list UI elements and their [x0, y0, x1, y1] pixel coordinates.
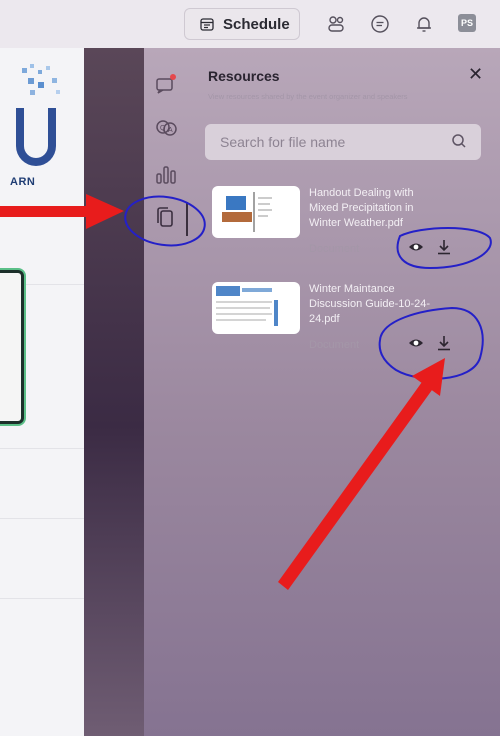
list-item[interactable]: Handout Dealing with Mixed Precipitation… — [212, 186, 482, 266]
poll-icon[interactable] — [154, 162, 178, 186]
file-type: Document — [309, 243, 360, 255]
logo-text: ARN — [10, 176, 36, 188]
divider — [0, 598, 84, 599]
main-content: ARN — [0, 48, 84, 736]
schedule-button[interactable]: Schedule — [184, 8, 300, 40]
download-icon[interactable] — [436, 239, 452, 255]
avatar[interactable]: PS — [458, 14, 476, 32]
content-card[interactable] — [0, 270, 24, 424]
background-strip — [84, 48, 144, 736]
panel-subtitle: View resources shared by the event organ… — [208, 92, 408, 101]
search-input[interactable]: Search for file name — [205, 124, 481, 160]
schedule-label: Schedule — [223, 15, 290, 33]
file-type: Document — [309, 339, 360, 351]
active-tab-indicator — [186, 202, 188, 236]
bell-icon[interactable] — [414, 14, 434, 34]
people-icon[interactable] — [326, 14, 346, 34]
document-preview-icon — [216, 286, 278, 326]
top-bar: Schedule PS — [0, 0, 500, 48]
document-thumbnail — [212, 186, 300, 238]
document-thumbnail — [212, 282, 300, 334]
search-icon[interactable] — [451, 133, 467, 149]
calendar-icon — [200, 18, 214, 31]
close-icon[interactable]: ✕ — [468, 64, 483, 85]
panel-title: Resources — [208, 68, 280, 84]
resources-panel: Q A Resources View resources shared by t… — [144, 48, 500, 736]
svg-text:A: A — [168, 127, 173, 134]
divider — [0, 518, 84, 519]
svg-text:Q: Q — [160, 125, 166, 132]
file-name: Winter Maintance Discussion Guide-10-24-… — [309, 283, 431, 325]
list-item[interactable]: Winter Maintance Discussion Guide-10-24-… — [212, 282, 482, 362]
eye-icon[interactable] — [408, 335, 424, 351]
panel-icon-rail: Q A — [144, 48, 188, 736]
qa-icon[interactable]: Q A — [154, 116, 178, 140]
file-name: Handout Dealing with Mixed Precipitation… — [309, 187, 414, 229]
eye-icon[interactable] — [408, 239, 424, 255]
resources-document-icon[interactable] — [154, 206, 178, 230]
chat-bubbles-icon[interactable] — [154, 72, 178, 96]
divider — [0, 448, 84, 449]
chat-icon[interactable] — [370, 14, 390, 34]
search-placeholder: Search for file name — [220, 134, 346, 150]
download-icon[interactable] — [436, 335, 452, 351]
document-preview-icon — [222, 192, 272, 232]
